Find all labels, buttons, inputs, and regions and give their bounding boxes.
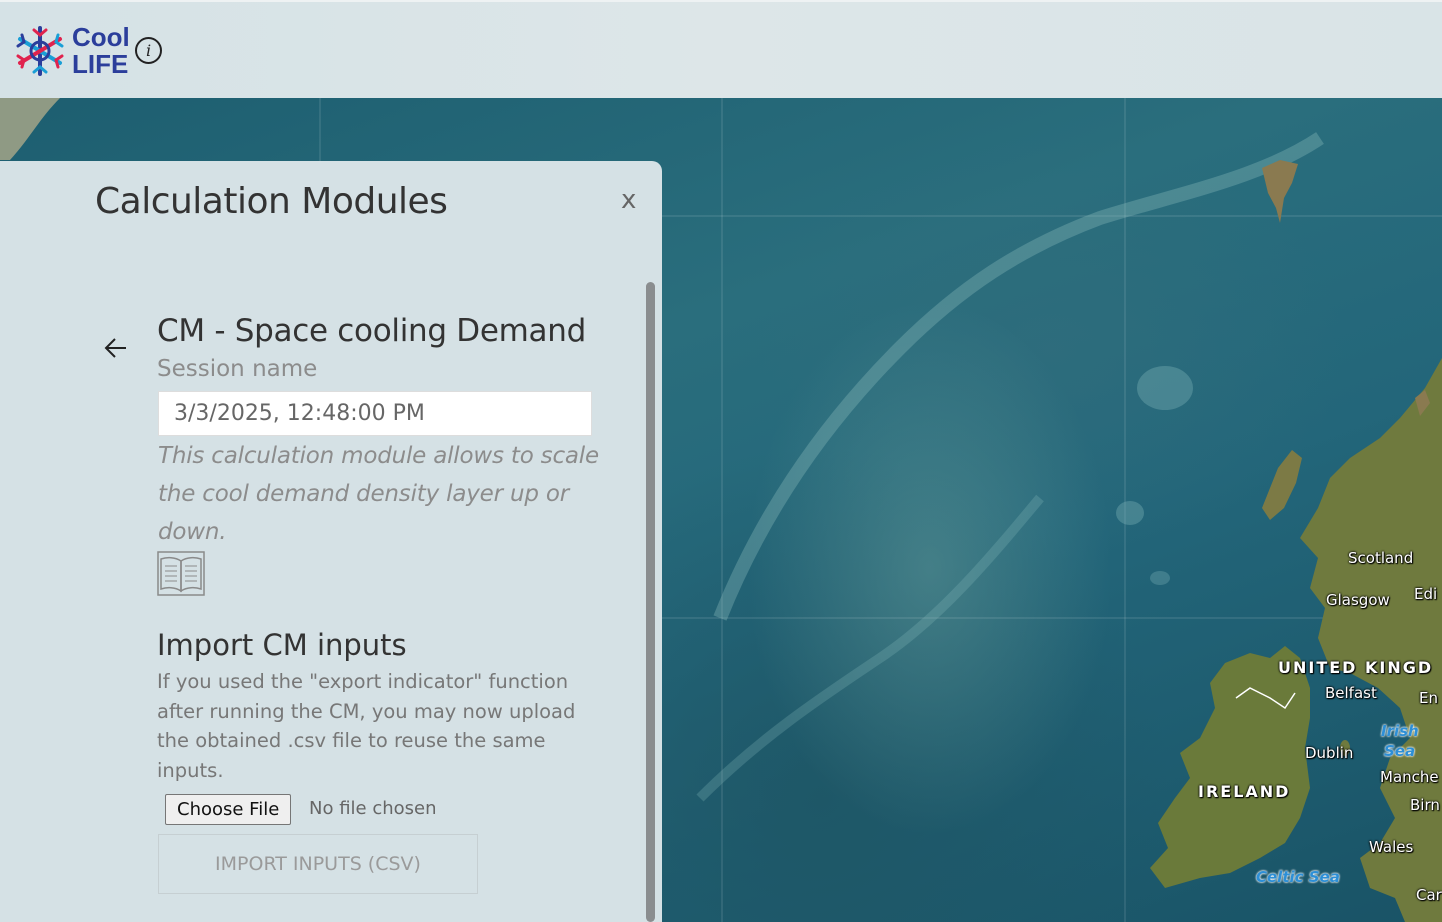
import-inputs-button[interactable]: IMPORT INPUTS (CSV) xyxy=(158,834,478,894)
scrollbar[interactable] xyxy=(646,282,655,922)
map-label-glasgow: Glasgow xyxy=(1326,591,1390,609)
app-header: Cool LIFE i xyxy=(0,0,1442,98)
map-label-irish-sea-1: Irish xyxy=(1381,722,1419,740)
logo-line-1: Cool xyxy=(72,22,130,52)
map-label-england: En xyxy=(1419,689,1438,707)
module-description: This calculation module allows to scale … xyxy=(158,443,599,545)
calculation-modules-panel: Calculation Modules x CM - Space cooling… xyxy=(0,161,662,922)
module-title: CM - Space cooling Demand xyxy=(157,313,586,349)
map-label-manchester: Manche xyxy=(1380,768,1439,786)
map-label-ireland: IRELAND xyxy=(1198,782,1291,801)
no-file-chosen-text: No file chosen xyxy=(309,798,437,819)
map-label-celtic-sea: Celtic Sea xyxy=(1256,868,1340,886)
session-name-label: Session name xyxy=(157,356,318,382)
map-label-irish-sea-2: Sea xyxy=(1384,742,1416,760)
map-label-edinburgh: Edi xyxy=(1414,585,1438,603)
book-icon[interactable] xyxy=(157,551,207,597)
map-label-uk: UNITED KINGD xyxy=(1278,658,1434,677)
panel-title: Calculation Modules xyxy=(95,181,448,222)
logo[interactable]: Cool LIFE xyxy=(14,24,130,78)
map-label-dublin: Dublin xyxy=(1305,744,1354,762)
logo-line-2: LIFE xyxy=(72,49,129,79)
scrollbar-thumb[interactable] xyxy=(646,282,655,922)
session-name-input[interactable] xyxy=(158,391,592,436)
import-section-description: If you used the "export indicator" funct… xyxy=(157,670,576,782)
map-label-wales: Wales xyxy=(1369,838,1414,856)
map-label-birmingham: Birn xyxy=(1410,796,1440,814)
back-arrow-icon[interactable] xyxy=(102,334,130,362)
choose-file-button[interactable]: Choose File xyxy=(165,794,292,825)
snowflake-logo-icon xyxy=(16,26,64,76)
import-section-title: Import CM inputs xyxy=(157,628,407,662)
map-label-cardiff: Car xyxy=(1416,886,1442,904)
map-label-scotland: Scotland xyxy=(1348,549,1414,567)
info-icon[interactable]: i xyxy=(135,37,162,64)
map-label-belfast: Belfast xyxy=(1325,684,1377,702)
close-button[interactable]: x xyxy=(621,185,636,215)
logo-text: Cool LIFE xyxy=(72,24,130,78)
